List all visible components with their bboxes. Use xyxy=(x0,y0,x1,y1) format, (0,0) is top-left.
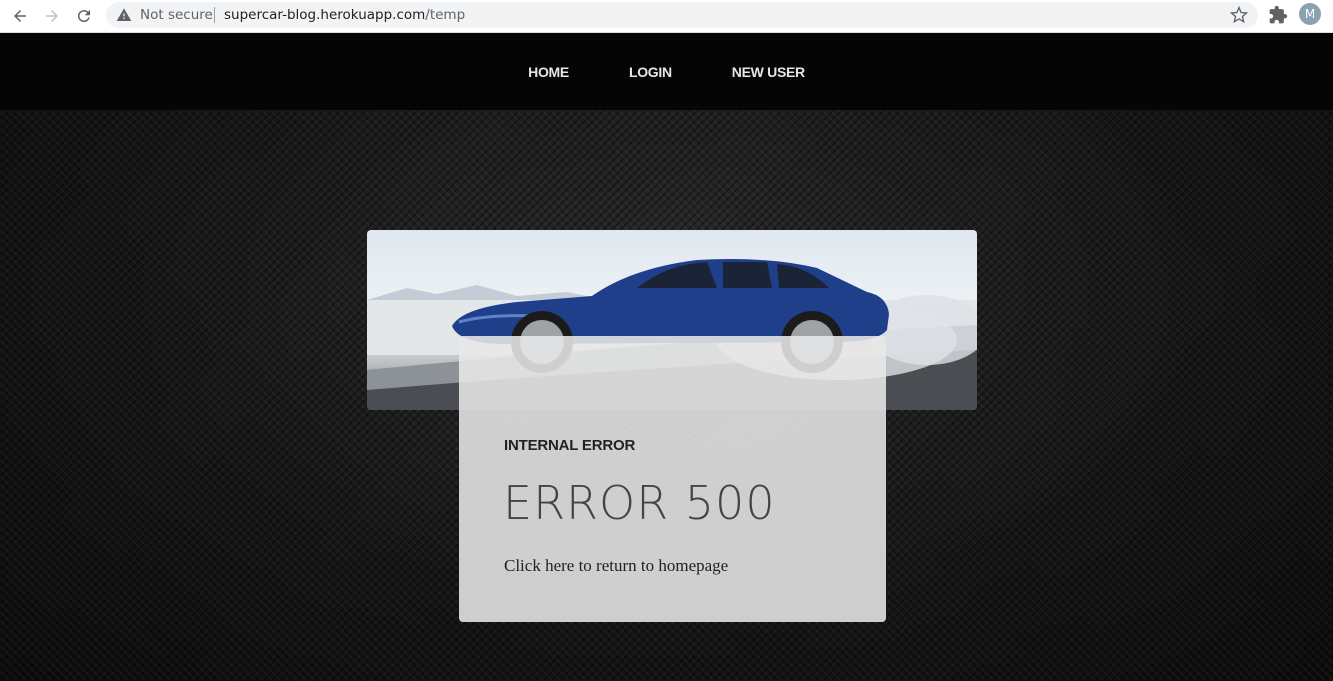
reload-icon xyxy=(77,10,90,23)
error-card: INTERNAL ERROR ERROR 500 Click here to r… xyxy=(459,336,886,622)
page-background: HOME LOGIN NEW USER INTERNAL ERROR ERROR… xyxy=(0,33,1333,681)
url-host: supercar-blog.herokuapp.com xyxy=(224,7,426,23)
forward-arrow-icon xyxy=(46,10,58,22)
security-label[interactable]: Not secure xyxy=(140,7,213,23)
nav-new-user-link[interactable]: NEW USER xyxy=(732,64,805,80)
url-path: /temp xyxy=(425,7,466,23)
error-kicker: INTERNAL ERROR xyxy=(504,437,636,454)
error-title: ERROR 500 xyxy=(503,476,776,530)
nav-login-link[interactable]: LOGIN xyxy=(629,64,672,80)
profile-avatar[interactable]: M xyxy=(1299,3,1321,25)
return-home-link[interactable]: Click here to return to homepage xyxy=(504,556,728,576)
address-divider xyxy=(214,7,215,23)
url-text[interactable]: supercar-blog.herokuapp.com/temp xyxy=(224,7,465,23)
reload-button[interactable] xyxy=(70,3,98,29)
browser-toolbar: Not secure supercar-blog.herokuapp.com/t… xyxy=(0,0,1333,33)
address-bar[interactable]: Not secure supercar-blog.herokuapp.com/t… xyxy=(106,2,1258,28)
forward-button[interactable] xyxy=(38,3,66,29)
site-nav: HOME LOGIN NEW USER xyxy=(0,33,1333,110)
bookmark-star-icon[interactable] xyxy=(1230,6,1248,24)
back-arrow-icon xyxy=(14,10,26,22)
warning-icon[interactable] xyxy=(116,7,132,23)
extensions-puzzle-icon[interactable] xyxy=(1268,5,1288,25)
back-button[interactable] xyxy=(6,3,34,29)
nav-home-link[interactable]: HOME xyxy=(528,64,569,80)
